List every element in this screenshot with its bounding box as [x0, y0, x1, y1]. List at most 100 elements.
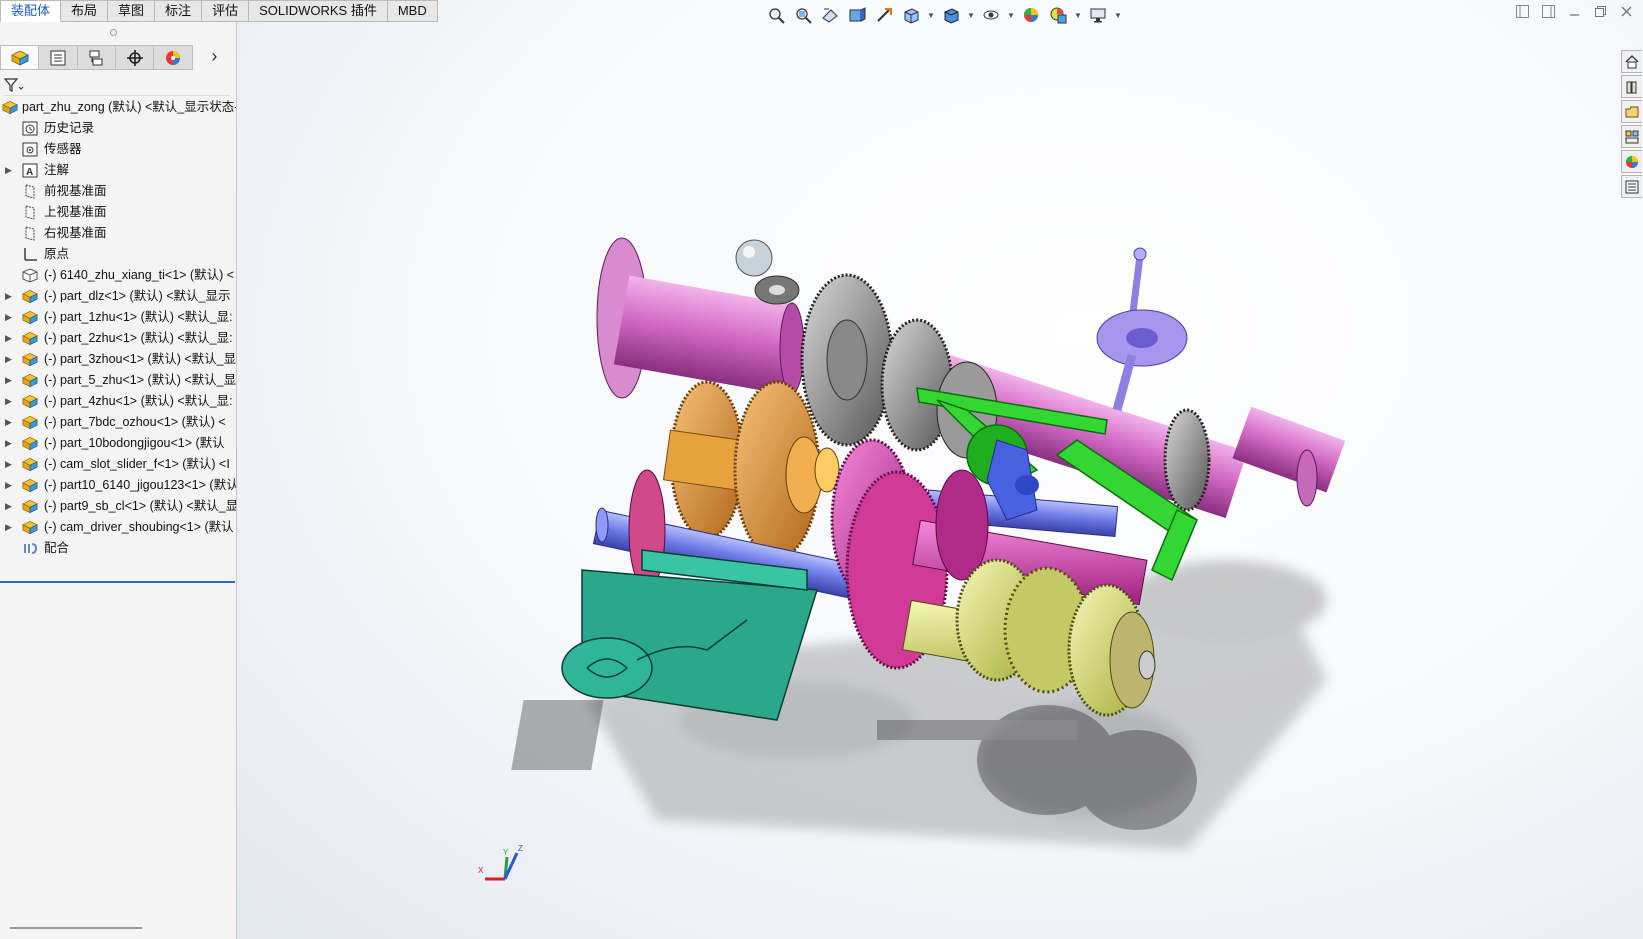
tree-item[interactable]: 前视基准面: [0, 181, 236, 202]
tab-3[interactable]: 标注: [155, 0, 203, 22]
feature-manager-panel: › part_zhu_zong (默认) <默认_显示状态- 历史记录 传感器 ▶ A…: [0, 21, 237, 939]
top-knob[interactable]: [735, 239, 800, 305]
tree-item[interactable]: ▶ (-) part_7bdc_ozhou<1> (默认) <: [0, 412, 236, 433]
expand-arrow-icon[interactable]: ▶: [5, 370, 13, 391]
view-palette-icon[interactable]: [1621, 125, 1642, 148]
apply-scene-icon[interactable]: [1047, 4, 1069, 26]
tree-item[interactable]: ▶ A 注解: [0, 160, 236, 181]
tree-item[interactable]: 上视基准面: [0, 202, 236, 223]
tree-item[interactable]: 历史记录: [0, 118, 236, 139]
tree-item-label: (-) part_7bdc_ozhou<1> (默认) <: [44, 415, 226, 429]
panel-left-icon[interactable]: [1515, 4, 1529, 18]
expand-arrow-icon[interactable]: ▶: [5, 517, 13, 538]
view-orientation-dropdown-icon[interactable]: ▼: [927, 11, 935, 20]
more-tabs-chevron-icon[interactable]: ›: [193, 45, 236, 68]
assembly-icon: [2, 100, 18, 115]
zoom-to-fit-icon[interactable]: [765, 4, 787, 26]
expand-arrow-icon[interactable]: ▶: [5, 328, 13, 349]
panel-grip[interactable]: [110, 29, 117, 36]
tree-item[interactable]: ▶ (-) part_5_zhu<1> (默认) <默认_显: [0, 370, 236, 391]
tree-item[interactable]: ▶ (-) part10_6140_jigou123<1> (默认: [0, 475, 236, 496]
tab-0[interactable]: 装配体: [0, 0, 62, 22]
tab-5[interactable]: SOLIDWORKS 插件: [249, 0, 388, 22]
tree-item[interactable]: 原点: [0, 244, 236, 265]
minimize-icon[interactable]: [1567, 4, 1581, 18]
document-window-controls: [1515, 4, 1633, 18]
file-explorer-icon[interactable]: [1621, 100, 1642, 123]
tree-item[interactable]: 右视基准面: [0, 223, 236, 244]
view-triad: X Y Z: [478, 844, 523, 881]
tree-item[interactable]: ▶ (-) part_3zhou<1> (默认) <默认_显: [0, 349, 236, 370]
previous-view-icon[interactable]: [819, 4, 841, 26]
expand-arrow-icon[interactable]: ▶: [5, 391, 13, 412]
tree-item[interactable]: 传感器: [0, 139, 236, 160]
edit-appearance-icon[interactable]: [1020, 4, 1042, 26]
feature-manager-tab[interactable]: [0, 45, 40, 70]
tree-item[interactable]: ▶ (-) cam_driver_shoubing<1> (默认: [0, 517, 236, 538]
expand-arrow-icon[interactable]: ▶: [5, 286, 13, 307]
svg-text:A: A: [26, 167, 33, 178]
tree-item[interactable]: ▶ (-) part9_sb_cl<1> (默认) <默认_显: [0, 496, 236, 517]
property-manager-tab[interactable]: [39, 45, 78, 70]
graphics-viewport[interactable]: X Y Z: [237, 0, 1643, 939]
tab-1[interactable]: 布局: [61, 0, 109, 22]
section-view-icon[interactable]: [846, 4, 868, 26]
tree-item[interactable]: 配合: [0, 538, 236, 559]
tree-item[interactable]: ▶ (-) part_2zhu<1> (默认) <默认_显:: [0, 328, 236, 349]
view-settings-dropdown-icon[interactable]: ▼: [1114, 11, 1122, 20]
apply-scene-dropdown-icon[interactable]: ▼: [1074, 11, 1082, 20]
tree-item[interactable]: ▶ (-) part_4zhu<1> (默认) <默认_显:: [0, 391, 236, 412]
subassembly-icon: [22, 478, 38, 493]
display-style-icon[interactable]: [940, 4, 962, 26]
tree-root[interactable]: part_zhu_zong (默认) <默认_显示状态-: [0, 97, 236, 118]
hide-show-icon[interactable]: [980, 4, 1002, 26]
origin-icon: [22, 247, 38, 262]
display-style-dropdown-icon[interactable]: ▼: [967, 11, 975, 20]
expand-arrow-icon[interactable]: ▶: [5, 454, 13, 475]
expand-arrow-icon[interactable]: ▶: [5, 475, 13, 496]
restore-icon[interactable]: [1593, 4, 1607, 18]
horizontal-scrollbar[interactable]: [10, 927, 142, 929]
tree-rollback-bar[interactable]: [0, 581, 235, 583]
expand-arrow-icon[interactable]: ▶: [5, 496, 13, 517]
dynamic-annotation-icon[interactable]: [873, 4, 895, 26]
tree-item[interactable]: ▶ (-) part_dlz<1> (默认) <默认_显示: [0, 286, 236, 307]
display-manager-tab[interactable]: [154, 45, 193, 70]
tree-item[interactable]: ▶ (-) cam_slot_slider_f<1> (默认) <I: [0, 454, 236, 475]
tree-item[interactable]: ▶ (-) part_10bodongjigou<1> (默认: [0, 433, 236, 454]
plane-icon: [22, 184, 38, 199]
filter-icon[interactable]: [4, 78, 24, 92]
dimxpert-manager-tab[interactable]: [116, 45, 155, 70]
home-icon[interactable]: [1621, 50, 1642, 73]
custom-properties-icon[interactable]: [1621, 175, 1642, 198]
expand-arrow-icon[interactable]: ▶: [5, 349, 13, 370]
gearbox-assembly-model[interactable]: [237, 0, 1643, 939]
expand-arrow-icon[interactable]: ▶: [5, 433, 13, 454]
tree-item-label: (-) part_4zhu<1> (默认) <默认_显:: [44, 394, 233, 408]
design-library-icon[interactable]: [1621, 75, 1642, 98]
hide-show-dropdown-icon[interactable]: ▼: [1007, 11, 1015, 20]
cam-slot-plate[interactable]: [561, 549, 818, 721]
panel-right-icon[interactable]: [1541, 4, 1555, 18]
expand-arrow-icon[interactable]: ▶: [5, 160, 13, 181]
tree-item[interactable]: (-) 6140_zhu_xiang_ti<1> (默认) <: [0, 265, 236, 286]
expand-arrow-icon[interactable]: ▶: [5, 412, 13, 433]
close-icon[interactable]: [1619, 4, 1633, 18]
zoom-area-icon[interactable]: [792, 4, 814, 26]
tree-filter[interactable]: [4, 75, 230, 96]
tree-item-label: 右视基准面: [44, 226, 107, 240]
tree-item-label: (-) cam_driver_shoubing<1> (默认: [44, 520, 234, 534]
tree-item[interactable]: ▶ (-) part_1zhu<1> (默认) <默认_显:: [0, 307, 236, 328]
tab-4[interactable]: 评估: [202, 0, 250, 22]
view-orientation-icon[interactable]: [900, 4, 922, 26]
configuration-manager-tab[interactable]: [77, 45, 117, 70]
tab-6[interactable]: MBD: [387, 0, 438, 22]
tree-item-label: (-) part_3zhou<1> (默认) <默认_显: [44, 352, 236, 366]
expand-arrow-icon[interactable]: ▶: [5, 307, 13, 328]
view-settings-icon[interactable]: [1087, 4, 1109, 26]
subassembly-icon: [22, 499, 38, 514]
tree-item-label: (-) part_2zhu<1> (默认) <默认_显:: [44, 331, 233, 345]
appearances-icon[interactable]: [1621, 150, 1642, 173]
tab-2[interactable]: 草图: [108, 0, 156, 22]
lever-handle[interactable]: [1096, 247, 1188, 412]
